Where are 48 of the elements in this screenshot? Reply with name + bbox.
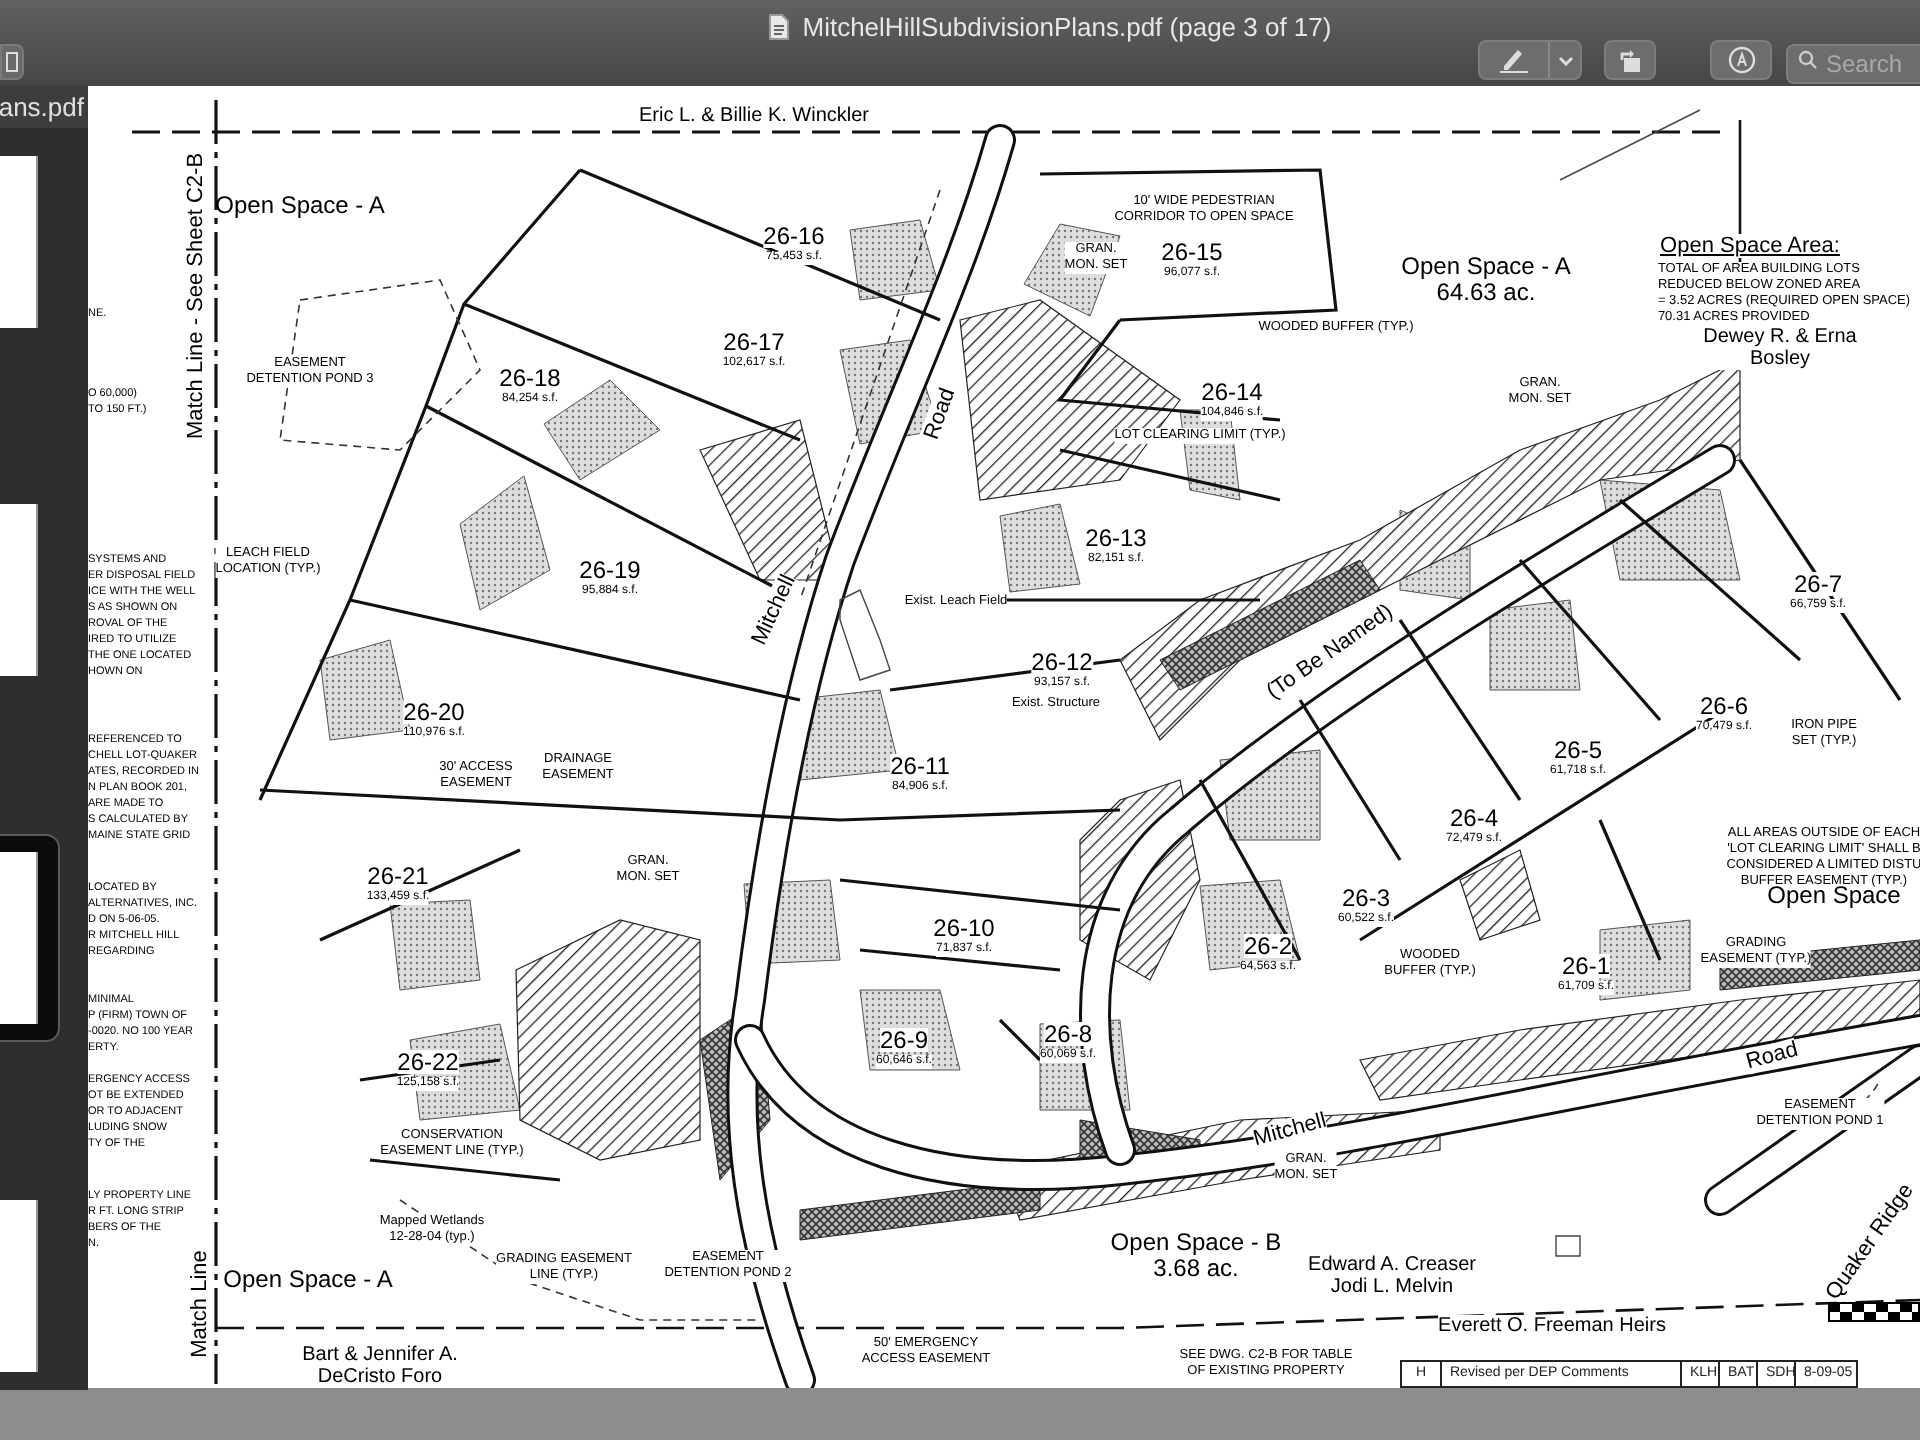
lot-number: 26-21: [367, 864, 429, 888]
lot-number: 26-13: [1085, 526, 1147, 550]
lot-number: 26-9: [879, 1028, 929, 1052]
lot-number: 26-17: [723, 330, 785, 354]
search-icon: [1798, 50, 1818, 70]
owner-name: Bart & Jennifer A. DeCristo Foro: [302, 1344, 458, 1388]
open-space-label: Open Space - A: [215, 193, 385, 219]
page-thumbnail[interactable]: [0, 834, 60, 1042]
sidebar-button[interactable]: [0, 44, 24, 80]
owner-name: Eric L. & Billie K. Winckler: [638, 105, 870, 127]
lot-number: 26-15: [1161, 240, 1223, 264]
file-name: ans.pdf: [0, 89, 84, 126]
lot-number: 26-22: [397, 1050, 459, 1074]
owner-name: Dewey R. & Erna Bosley: [1703, 326, 1857, 370]
annotate-button[interactable]: [1710, 40, 1772, 80]
road-name: Match Line: [188, 1250, 212, 1358]
lot-number: 26-19: [579, 558, 641, 582]
lot-number: 26-7: [1793, 572, 1843, 596]
road-name: Match Line - See Sheet C2-B: [184, 152, 208, 440]
lot-number: 26-3: [1341, 886, 1391, 910]
pen-icon: [1498, 46, 1530, 74]
document-icon: [768, 14, 791, 41]
section-heading: Open Space Area:: [1660, 234, 1840, 258]
search-field[interactable]: Search: [1786, 44, 1920, 84]
lot-number: 26-20: [403, 700, 465, 724]
open-space-label: Open Space - B 3.68 ac.: [1110, 1230, 1282, 1282]
owner-name: Edward A. Creaser Jodi L. Melvin: [1308, 1254, 1476, 1298]
caret-icon: [1557, 55, 1573, 65]
rotate-icon: [1616, 47, 1644, 73]
open-space-label: Open Space - A 64.63 ac.: [1401, 254, 1571, 306]
lot-number: 26-10: [933, 916, 995, 940]
lot-number: 26-6: [1699, 694, 1749, 718]
lot-number: 26-4: [1449, 806, 1499, 830]
lot-number: 26-14: [1201, 380, 1263, 404]
lot-number: 26-16: [763, 224, 825, 248]
lot-number: 26-18: [499, 366, 561, 390]
window-title: MitchelHillSubdivisionPlans.pdf (page 3 of 17): [802, 10, 1332, 46]
lot-number: 26-5: [1553, 738, 1603, 762]
lot-number: 26-11: [890, 754, 950, 778]
sidebar-icon: [6, 52, 18, 72]
lot-number: 26-2: [1243, 934, 1293, 958]
lot-number: 26-12: [1031, 650, 1093, 674]
rotate-button[interactable]: [1604, 40, 1656, 80]
lot-number: 26-1: [1561, 954, 1611, 978]
circled-pen-icon: [1727, 46, 1755, 74]
open-space-label: Open Space - A: [223, 1267, 393, 1293]
owner-name: Everett O. Freeman Heirs: [1438, 1315, 1666, 1337]
lot-number: 26-8: [1043, 1022, 1093, 1046]
